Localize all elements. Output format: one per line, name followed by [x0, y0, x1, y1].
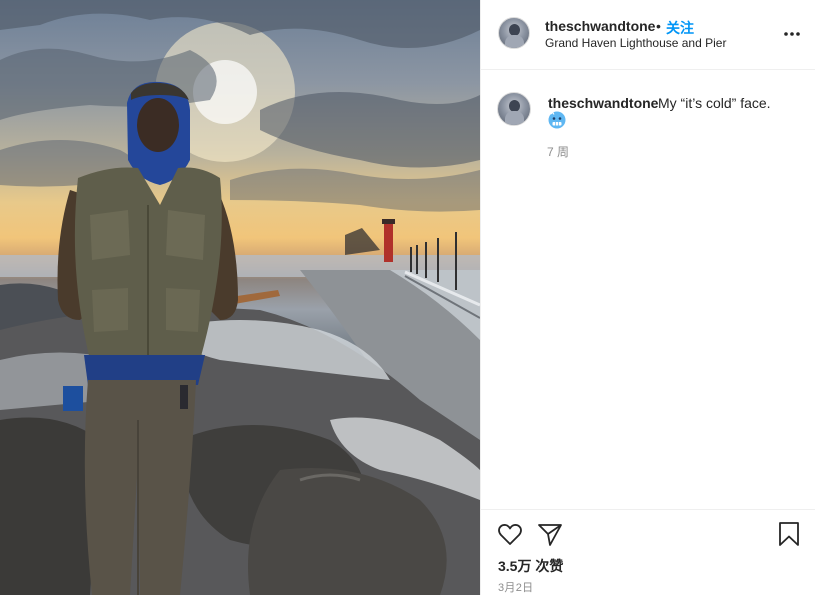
separator-dot: • — [656, 18, 661, 34]
more-options-icon[interactable] — [781, 24, 803, 44]
caption-avatar[interactable] — [497, 92, 531, 126]
location-link[interactable]: Grand Haven Lighthouse and Pier — [545, 36, 726, 50]
action-bar: 3.5万 次赞 3月2日 — [481, 509, 815, 595]
post-details-panel: theschwandtone • 关注 Grand Haven Lighthou… — [480, 0, 815, 595]
author-avatar[interactable] — [498, 17, 530, 49]
follow-button[interactable]: 关注 — [666, 18, 694, 38]
heart-icon[interactable] — [496, 520, 524, 548]
paper-plane-icon[interactable] — [536, 520, 564, 548]
caption-text: My “it’s cold” face. — [658, 95, 771, 111]
likes-count[interactable]: 3.5万 次赞 — [498, 556, 563, 576]
caption-timestamp[interactable]: 7 周 — [547, 143, 569, 160]
cold-face-icon — [548, 111, 566, 129]
bookmark-icon[interactable] — [775, 520, 803, 548]
photo-scene — [0, 0, 480, 595]
post-date[interactable]: 3月2日 — [498, 579, 533, 595]
post-header: theschwandtone • 关注 Grand Haven Lighthou… — [481, 0, 815, 70]
caption-username[interactable]: theschwandtone — [548, 95, 658, 111]
author-username[interactable]: theschwandtone — [545, 18, 655, 34]
post-photo[interactable] — [0, 0, 480, 595]
